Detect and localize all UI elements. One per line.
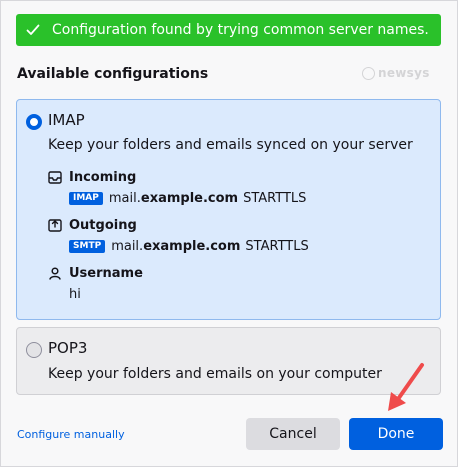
banner-message: Configuration found by trying common ser… xyxy=(52,22,429,38)
annotation-arrow-icon xyxy=(388,363,424,411)
done-button[interactable]: Done xyxy=(349,418,443,450)
protocol-description: Keep your folders and emails on your com… xyxy=(48,366,382,382)
incoming-heading: Incoming xyxy=(47,169,136,185)
check-icon xyxy=(16,24,44,36)
protocol-description: Keep your folders and emails synced on y… xyxy=(48,137,413,153)
pop3-radio[interactable] xyxy=(26,342,42,358)
protocol-name: IMAP xyxy=(48,111,85,129)
imap-tag: IMAP xyxy=(69,192,103,205)
outgoing-server: SMTP mail.example.com STARTTLS xyxy=(69,239,309,254)
outbox-icon xyxy=(47,217,63,233)
section-heading: Available configurations xyxy=(17,66,209,82)
username-heading: Username xyxy=(47,265,143,281)
username-value: hi xyxy=(69,287,81,302)
config-option-pop3[interactable]: POP3 Keep your folders and emails on you… xyxy=(16,327,441,395)
watermark-icon xyxy=(362,66,375,80)
security-label: STARTTLS xyxy=(243,191,307,206)
security-label: STARTTLS xyxy=(245,239,309,254)
outgoing-heading: Outgoing xyxy=(47,217,137,233)
imap-radio[interactable] xyxy=(26,114,42,130)
configure-manually-link[interactable]: Configure manually xyxy=(17,428,125,441)
protocol-name: POP3 xyxy=(48,339,88,357)
cancel-button[interactable]: Cancel xyxy=(246,418,340,450)
success-banner: Configuration found by trying common ser… xyxy=(16,14,441,46)
user-icon xyxy=(47,265,63,281)
smtp-tag: SMTP xyxy=(69,240,106,253)
incoming-server: IMAP mail.example.com STARTTLS xyxy=(69,191,306,206)
inbox-icon xyxy=(47,169,63,185)
watermark-logo: newsys xyxy=(362,66,430,80)
config-option-imap[interactable]: IMAP Keep your folders and emails synced… xyxy=(16,99,441,320)
